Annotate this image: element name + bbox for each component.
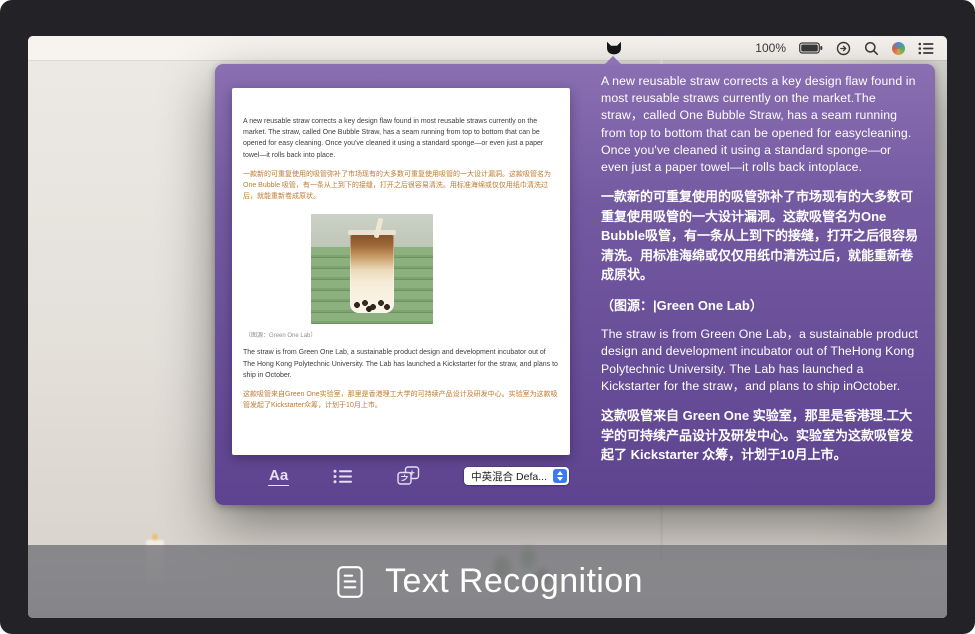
recognized-text-pane: A new reusable straw corrects a key desi… [587,64,935,505]
bat-app-icon [605,41,623,55]
recognized-paragraph-zh-2: 这款吸管来自 Green One 实验室，那里是香港理.工大学的可持续产品设计及… [601,406,919,465]
translate-icon [397,466,420,486]
spotlight-search-icon[interactable] [864,41,879,56]
list-icon [333,469,353,484]
source-document-preview: A new reusable straw corrects a key desi… [232,88,570,455]
doc-image-caption: （图源：Green One Lab） [245,330,559,339]
app-menubar-icon[interactable] [604,39,623,57]
font-size-button[interactable]: Aa [268,467,289,486]
list-view-button[interactable] [333,469,353,484]
recognized-caption: （图源：|Green One Lab） [601,296,919,316]
tapioca-pearls [350,297,394,313]
popover-arrow [604,56,622,65]
battery-icon[interactable] [799,42,823,54]
bubble-tea-cup [350,233,394,313]
control-list-icon[interactable] [918,42,934,55]
text-recognition-banner: Text Recognition [28,545,947,618]
language-mode-value: 中英混合 Defa... [471,469,547,484]
recognized-paragraph-en-2: The straw is from Green One Lab，a sustai… [601,326,919,395]
recognized-paragraph-en-1: A new reusable straw corrects a key desi… [601,73,919,176]
input-source-globe-icon[interactable] [892,42,905,55]
language-mode-dropdown[interactable]: 中英混合 Defa... [464,467,569,485]
font-size-label: Aa [268,467,289,486]
dropdown-stepper-icon [553,469,567,483]
desktop: 100% [28,36,947,618]
device-frame: 100% [0,0,975,634]
banner-title: Text Recognition [385,562,643,601]
doc-paragraph-en-1: A new reusable straw corrects a key desi… [243,116,559,161]
doc-paragraph-zh-2: 这款吸管来自Green One实验室，那里是香港理工大学的可持续产品设计及研发中… [243,389,559,411]
text-recognition-popover: A new reusable straw corrects a key desi… [215,64,935,505]
bubble-tea-photo [311,214,433,324]
translate-button[interactable] [397,466,420,486]
straw [374,218,384,239]
doc-paragraph-en-2: The straw is from Green One Lab, a susta… [243,347,559,381]
battery-percent-label: 100% [755,41,786,55]
recognized-paragraph-zh-1: 一款新的可重复使用的吸管弥补了市场现有的大多数可重复使用吸管的一大设计漏洞。这款… [601,187,919,285]
source-pane: A new reusable straw corrects a key desi… [215,64,587,505]
status-circle-icon[interactable] [836,41,851,56]
menu-bar: 100% [28,36,947,60]
doc-paragraph-zh-1: 一款新的可重复使用的吸管弥补了市场现有的大多数可重复使用吸管的一大设计漏洞。这款… [243,169,559,203]
document-scan-icon [332,564,368,600]
window-toolbar: Aa [232,455,587,505]
